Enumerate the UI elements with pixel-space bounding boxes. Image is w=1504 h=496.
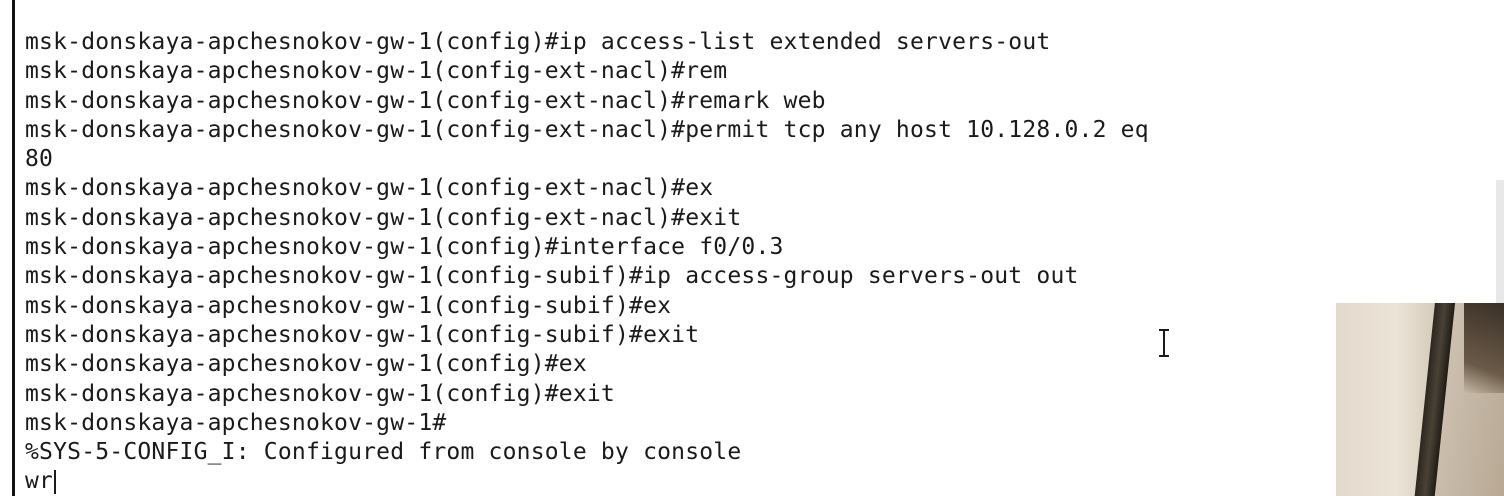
webcam-dark-corner [1464, 303, 1504, 393]
terminal-input-line[interactable]: wr [25, 467, 1485, 496]
terminal-line: %SYS-5-CONFIG_I: Configured from console… [25, 439, 742, 466]
terminal-line: msk-donskaya-apchesnokov-gw-1(config)#ex… [25, 380, 615, 407]
terminal-line: msk-donskaya-apchesnokov-gw-1(config-ext… [25, 87, 826, 114]
text-caret [54, 470, 57, 495]
terminal-line: msk-donskaya-apchesnokov-gw-1(config-sub… [25, 321, 700, 348]
terminal-left-border [12, 0, 15, 496]
terminal-line: msk-donskaya-apchesnokov-gw-1(config-ext… [25, 116, 1149, 143]
terminal-window[interactable]: msk-donskaya-apchesnokov-gw-1(config)#ip… [0, 0, 1504, 496]
terminal-line: msk-donskaya-apchesnokov-gw-1(config)#ip… [25, 29, 1051, 55]
webcam-video-overlay [1336, 303, 1504, 496]
terminal-line: msk-donskaya-apchesnokov-gw-1# [25, 409, 447, 436]
i-beam-cursor-icon [1159, 329, 1169, 357]
terminal-line: msk-donskaya-apchesnokov-gw-1(config)#in… [25, 234, 784, 261]
terminal-current-input[interactable]: wr [25, 467, 53, 496]
terminal-line: msk-donskaya-apchesnokov-gw-1(config-ext… [25, 175, 714, 202]
terminal-output[interactable]: msk-donskaya-apchesnokov-gw-1(config)#ip… [25, 28, 1485, 496]
terminal-line: msk-donskaya-apchesnokov-gw-1(config-sub… [25, 263, 1079, 290]
terminal-line: msk-donskaya-apchesnokov-gw-1(config-ext… [25, 58, 728, 85]
terminal-line: 80 [25, 146, 54, 173]
terminal-line: msk-donskaya-apchesnokov-gw-1(config-sub… [25, 292, 672, 319]
terminal-line: msk-donskaya-apchesnokov-gw-1(config-ext… [25, 204, 742, 231]
terminal-line: msk-donskaya-apchesnokov-gw-1(config)#ex [25, 351, 587, 378]
